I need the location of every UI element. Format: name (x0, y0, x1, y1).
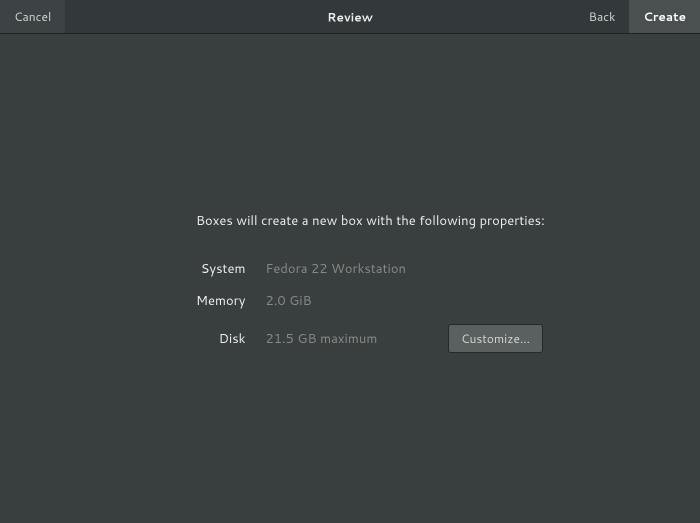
customize-button[interactable]: Customize… (448, 324, 543, 353)
page-title: Review (327, 8, 373, 25)
spacer (426, 301, 427, 302)
create-button[interactable]: Create (629, 0, 700, 33)
property-value-disk: 21.5 GB maximum (265, 330, 406, 348)
property-label-system: System (196, 260, 245, 278)
property-value-system: Fedora 22 Workstation (265, 260, 406, 278)
header-bar: Cancel Review Back Create (0, 0, 700, 34)
content-area: Boxes will create a new box with the fol… (196, 34, 700, 353)
back-button[interactable]: Back (575, 0, 630, 33)
cancel-button[interactable]: Cancel (0, 0, 65, 33)
property-value-memory: 2.0 GiB (265, 292, 406, 310)
property-label-memory: Memory (196, 292, 245, 310)
spacer (426, 269, 427, 270)
property-label-disk: Disk (196, 330, 245, 348)
intro-text: Boxes will create a new box with the fol… (196, 212, 545, 230)
properties-grid: System Fedora 22 Workstation Memory 2.0 … (196, 260, 543, 353)
header-left-group: Cancel (0, 0, 65, 33)
header-right-group: Back Create (575, 0, 700, 33)
